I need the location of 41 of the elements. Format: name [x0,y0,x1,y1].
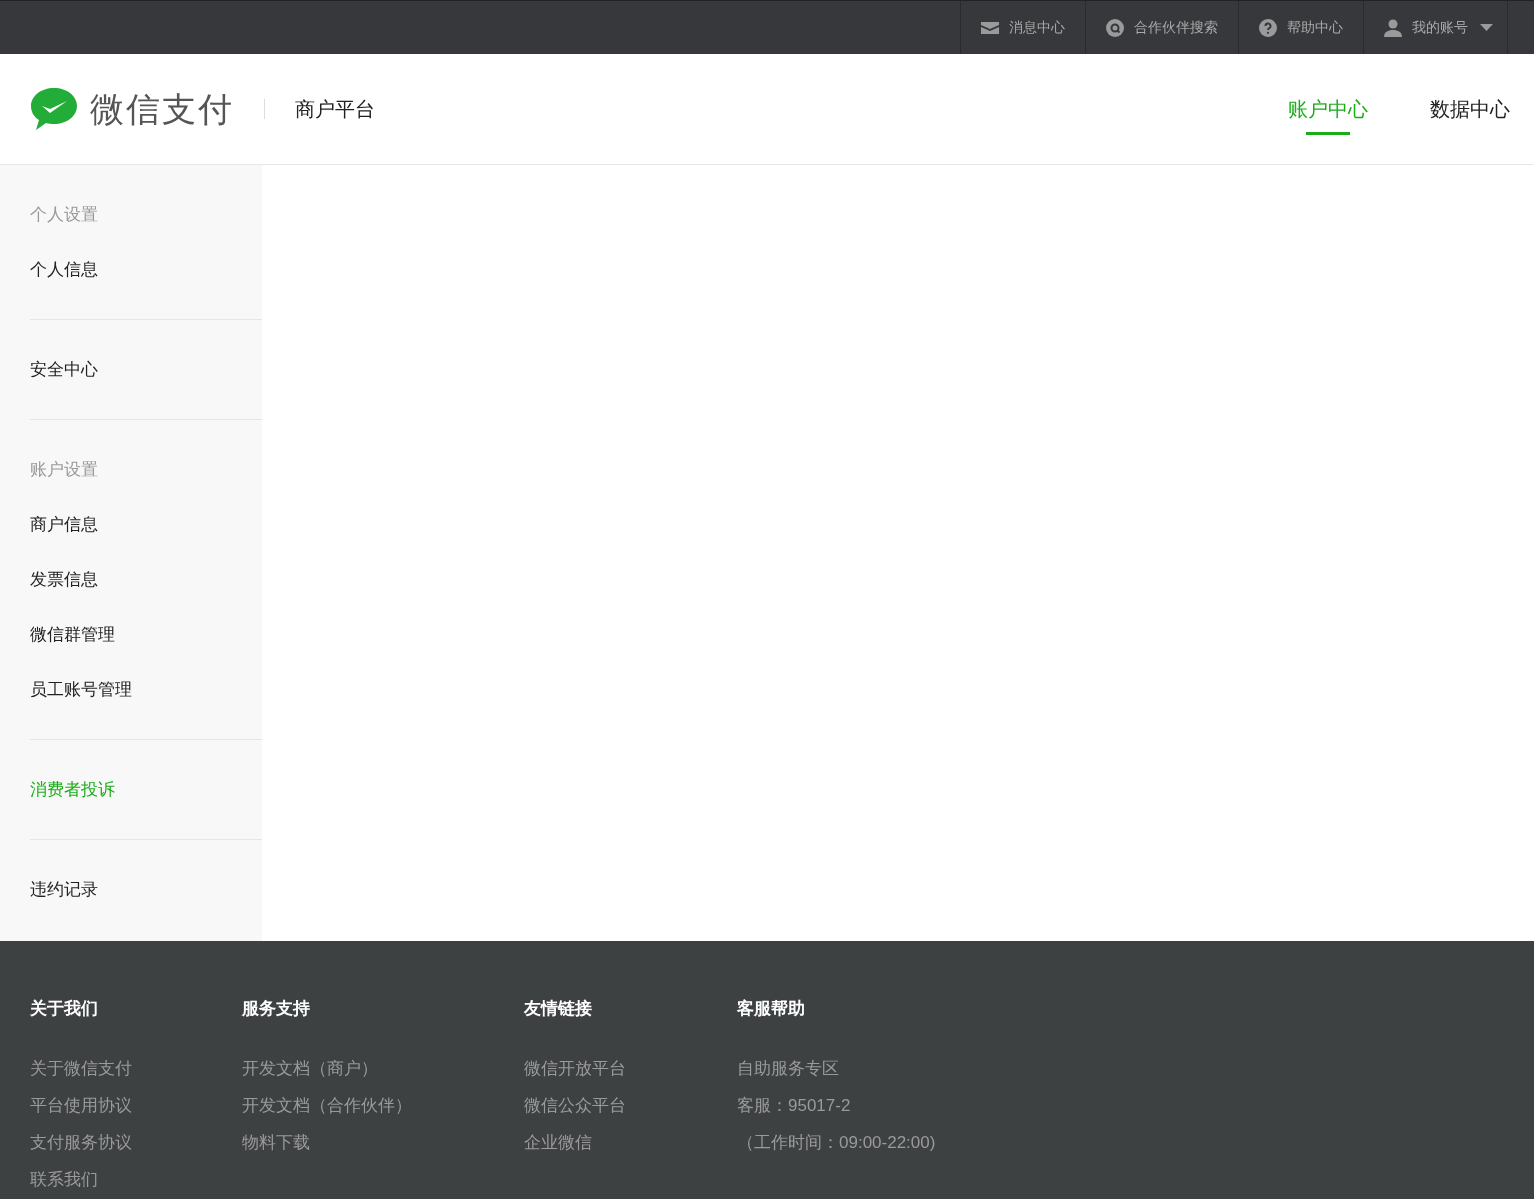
footer-link[interactable]: 开发文档（商户） [242,1050,524,1087]
footer-link[interactable]: 物料下载 [242,1124,524,1161]
caret-icon [1480,24,1493,31]
footer-link[interactable]: 客服：95017-2 [737,1087,997,1124]
footer-link[interactable]: （工作时间：09:00-22:00) [737,1124,997,1161]
footer-heading: 友情链接 [524,998,593,1020]
nav-tab[interactable]: 账户中心 [1288,54,1368,164]
sidebar-heading: 账户设置 [30,458,99,481]
sidebar-item[interactable]: 个人信息 [30,242,262,297]
nav-tab[interactable]: 数据中心 [1430,54,1510,164]
user-icon [1384,18,1402,37]
footer-heading: 关于我们 [30,998,99,1020]
footer-link[interactable]: 微信开放平台 [524,1050,737,1087]
footer-heading: 客服帮助 [737,998,806,1020]
top-bar-link[interactable]: 我的账号 [1363,1,1508,54]
top-bar-link[interactable]: 消息中心 [960,1,1085,54]
sidebar-item[interactable]: 消费者投诉 [30,762,262,817]
footer-link[interactable]: 自助服务专区 [737,1050,997,1087]
sidebar-item[interactable]: 发票信息 [30,552,262,607]
top-bar-link[interactable]: 帮助中心 [1238,1,1363,54]
wechat-pay-logo-icon [30,87,78,131]
sidebar-item[interactable]: 微信群管理 [30,607,262,662]
footer-link[interactable]: 企业微信 [524,1124,737,1161]
logo-text: 微信支付 [90,88,234,130]
footer-link[interactable]: 支付服务协议 [30,1124,242,1161]
mail-icon [981,21,999,34]
footer-link[interactable]: 平台使用协议 [30,1087,242,1124]
sidebar-item[interactable]: 员工账号管理 [30,662,262,717]
top-bar-link[interactable]: 合作伙伴搜索 [1085,1,1238,54]
footer-link[interactable]: 联系我们 [30,1161,242,1198]
sidebar-item[interactable]: 违约记录 [30,862,262,917]
sidebar-item[interactable]: 安全中心 [30,342,262,397]
search-icon [1106,18,1124,37]
footer-link[interactable]: 微信公众平台 [524,1087,737,1124]
footer-link[interactable]: 开发文档（合作伙伴） [242,1087,524,1124]
footer-link[interactable]: 关于微信支付 [30,1050,242,1087]
sidebar-item[interactable]: 商户信息 [30,497,262,552]
sidebar-heading: 个人设置 [30,203,99,226]
help-icon [1259,18,1277,37]
footer-heading: 服务支持 [242,998,311,1020]
platform-title: 商户平台 [295,97,375,122]
